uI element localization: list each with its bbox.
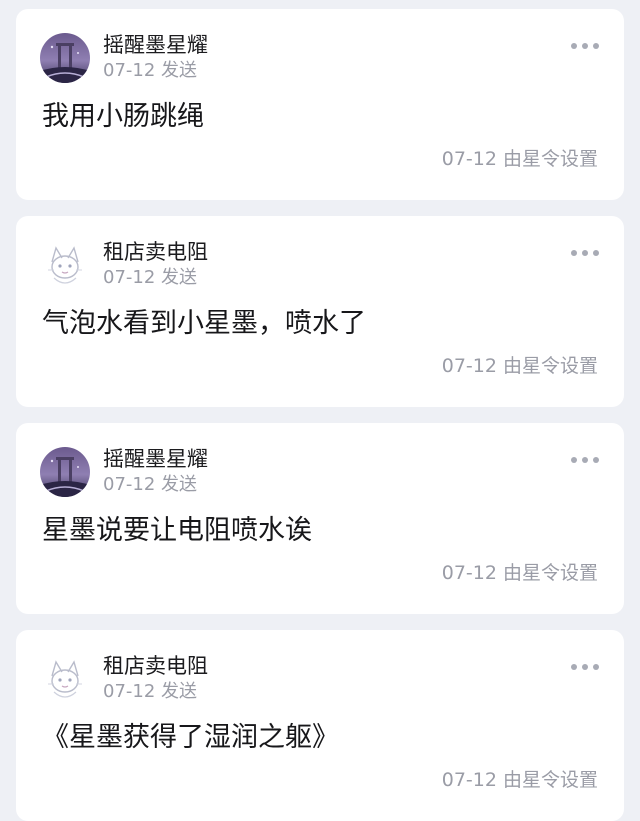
purple-night-avatar-icon[interactable] [40, 33, 90, 83]
message-feed: 摇醒墨星耀 07-12 发送 我用小肠跳绳 07-12 由星令设置 租店卖电阻 … [0, 0, 640, 821]
more-dots-icon[interactable] [570, 39, 600, 53]
message-content: 星墨说要让电阻喷水诶 [42, 515, 312, 546]
set-info: 07-12 由星令设置 [441, 769, 598, 791]
sent-time: 07-12 发送 [103, 60, 198, 81]
purple-night-avatar-icon[interactable] [40, 447, 90, 497]
author-name[interactable]: 租店卖电阻 [103, 652, 208, 680]
message-card: 摇醒墨星耀 07-12 发送 星墨说要让电阻喷水诶 07-12 由星令设置 [16, 423, 624, 614]
set-info: 07-12 由星令设置 [441, 355, 598, 377]
author-name[interactable]: 摇醒墨星耀 [103, 445, 208, 473]
set-info: 07-12 由星令设置 [441, 148, 598, 170]
more-dots-icon[interactable] [570, 453, 600, 467]
sent-time: 07-12 发送 [103, 267, 198, 288]
author-name[interactable]: 摇醒墨星耀 [103, 31, 208, 59]
message-content: 《星墨获得了湿润之躯》 [42, 722, 339, 753]
sketch-fox-avatar-icon[interactable] [40, 240, 90, 290]
message-card: 租店卖电阻 07-12 发送 《星墨获得了湿润之躯》 07-12 由星令设置 [16, 630, 624, 821]
message-card: 摇醒墨星耀 07-12 发送 我用小肠跳绳 07-12 由星令设置 [16, 9, 624, 200]
author-name[interactable]: 租店卖电阻 [103, 238, 208, 266]
sketch-fox-avatar-icon[interactable] [40, 654, 90, 704]
sent-time: 07-12 发送 [103, 681, 198, 702]
message-content: 气泡水看到小星墨，喷水了 [42, 308, 366, 339]
message-content: 我用小肠跳绳 [42, 101, 204, 132]
set-info: 07-12 由星令设置 [441, 562, 598, 584]
sent-time: 07-12 发送 [103, 474, 198, 495]
more-dots-icon[interactable] [570, 660, 600, 674]
more-dots-icon[interactable] [570, 246, 600, 260]
message-card: 租店卖电阻 07-12 发送 气泡水看到小星墨，喷水了 07-12 由星令设置 [16, 216, 624, 407]
